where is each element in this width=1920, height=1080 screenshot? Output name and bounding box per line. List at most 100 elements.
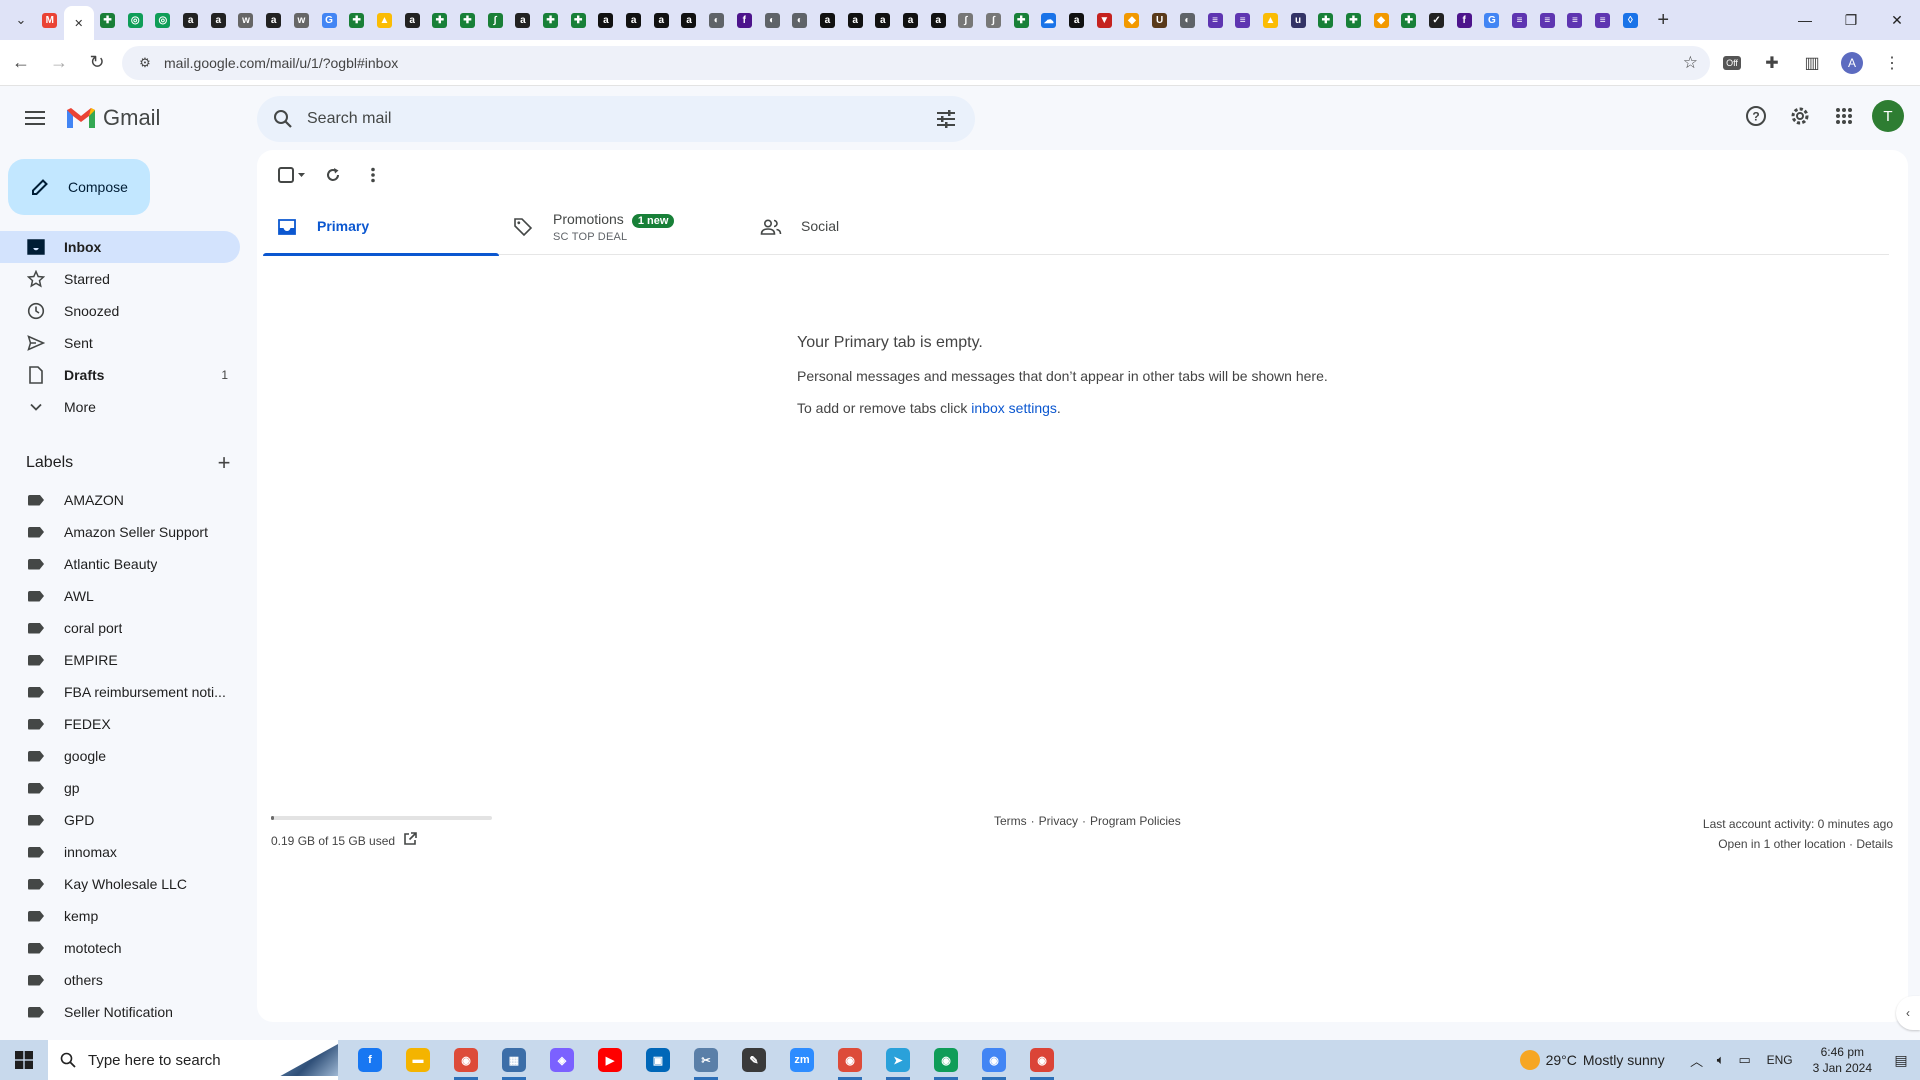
browser-tab[interactable]: ✚ bbox=[454, 5, 482, 35]
browser-tab[interactable]: a bbox=[592, 5, 620, 35]
restore-icon[interactable]: ❐ bbox=[1828, 0, 1874, 40]
taskbar-app[interactable]: zm bbox=[778, 1040, 826, 1080]
browser-tab[interactable]: ◊ bbox=[1617, 5, 1645, 35]
create-label-plus-icon[interactable]: + bbox=[212, 450, 236, 476]
browser-tab[interactable]: ✚ bbox=[537, 5, 565, 35]
label-item[interactable]: AMAZON bbox=[0, 484, 240, 516]
minimize-icon[interactable]: — bbox=[1782, 0, 1828, 40]
site-info-icon[interactable]: ⚙ bbox=[130, 55, 160, 71]
label-item[interactable]: google bbox=[0, 740, 240, 772]
taskbar-app[interactable]: ◉ bbox=[970, 1040, 1018, 1080]
side-panel-toggle-icon[interactable]: ‹ bbox=[1896, 996, 1920, 1030]
volume-icon[interactable]: 🔈︎ bbox=[1709, 1040, 1733, 1080]
tab-search-chevron-icon[interactable]: ⌄ bbox=[6, 5, 36, 35]
taskbar-app[interactable]: ✂ bbox=[682, 1040, 730, 1080]
main-menu-icon[interactable] bbox=[11, 94, 59, 142]
browser-tab[interactable]: ≡ bbox=[1201, 5, 1229, 35]
browser-tab[interactable]: U bbox=[1146, 5, 1174, 35]
browser-tab[interactable]: w bbox=[288, 5, 316, 35]
taskbar-app[interactable]: ▶ bbox=[586, 1040, 634, 1080]
refresh-icon[interactable] bbox=[313, 160, 353, 190]
extension-off-icon[interactable]: Off bbox=[1716, 46, 1748, 80]
browser-tab[interactable]: a bbox=[675, 5, 703, 35]
browser-tab[interactable]: ≡ bbox=[1229, 5, 1257, 35]
back-arrow-icon[interactable]: ← bbox=[4, 46, 38, 80]
taskbar-app[interactable]: ◉ bbox=[1018, 1040, 1066, 1080]
browser-tab[interactable]: a bbox=[869, 5, 897, 35]
search-bar[interactable] bbox=[257, 96, 975, 142]
label-item[interactable]: FBA reimbursement noti... bbox=[0, 676, 240, 708]
tab-promotions[interactable]: Promotions 1 new SC TOP DEAL bbox=[499, 198, 735, 255]
tab-primary[interactable]: Primary bbox=[263, 198, 499, 256]
taskbar-app[interactable]: ✎ bbox=[730, 1040, 778, 1080]
browser-tab[interactable]: ◆ bbox=[1118, 5, 1146, 35]
browser-tab[interactable]: ✚ bbox=[1340, 5, 1368, 35]
browser-tab[interactable]: u bbox=[1284, 5, 1312, 35]
new-tab-plus-icon[interactable]: + bbox=[1648, 5, 1678, 35]
language-indicator[interactable]: ENG bbox=[1767, 1053, 1793, 1067]
footer-link-terms[interactable]: Terms bbox=[994, 814, 1027, 828]
browser-tab[interactable]: w bbox=[232, 5, 260, 35]
browser-tab[interactable]: f bbox=[1450, 5, 1478, 35]
search-options-icon[interactable] bbox=[931, 104, 961, 134]
label-item[interactable]: Kay Wholesale LLC bbox=[0, 868, 240, 900]
label-item[interactable]: Seller Notification bbox=[0, 996, 240, 1028]
browser-menu-icon[interactable]: ⋮ bbox=[1876, 46, 1908, 80]
browser-tab[interactable]: a bbox=[398, 5, 426, 35]
browser-tab[interactable]: a bbox=[204, 5, 232, 35]
browser-tab[interactable]: a bbox=[177, 5, 205, 35]
browser-tab[interactable]: f bbox=[731, 5, 759, 35]
profile-avatar[interactable]: A bbox=[1836, 46, 1868, 80]
label-item[interactable]: kemp bbox=[0, 900, 240, 932]
browser-tab[interactable]: ✚ bbox=[1312, 5, 1340, 35]
browser-tab[interactable]: ✚ bbox=[1007, 5, 1035, 35]
browser-tab[interactable]: ✚ bbox=[426, 5, 454, 35]
taskbar-app[interactable]: ▦ bbox=[490, 1040, 538, 1080]
browser-tab[interactable]: ✕ bbox=[63, 6, 94, 40]
extensions-puzzle-icon[interactable]: ✚ bbox=[1756, 46, 1788, 80]
label-item[interactable]: GPD bbox=[0, 804, 240, 836]
account-avatar[interactable]: T bbox=[1872, 100, 1904, 132]
taskbar-app[interactable]: ➤ bbox=[874, 1040, 922, 1080]
browser-tab[interactable]: ✓ bbox=[1423, 5, 1451, 35]
browser-tab[interactable]: ≡ bbox=[1533, 5, 1561, 35]
label-item[interactable]: Amazon Seller Support bbox=[0, 516, 240, 548]
taskbar-app[interactable]: ▣ bbox=[634, 1040, 682, 1080]
browser-tab[interactable]: ◎ bbox=[121, 5, 149, 35]
help-icon[interactable]: ? bbox=[1734, 94, 1778, 138]
browser-tab[interactable]: G bbox=[1478, 5, 1506, 35]
taskbar-app[interactable]: ◉ bbox=[922, 1040, 970, 1080]
weather-widget[interactable]: 29°C Mostly sunny bbox=[1519, 1050, 1665, 1070]
browser-tab[interactable]: ◐ bbox=[786, 5, 814, 35]
browser-tab[interactable]: ▲ bbox=[1257, 5, 1285, 35]
clock[interactable]: 6:46 pm 3 Jan 2024 bbox=[1813, 1044, 1872, 1076]
browser-tab[interactable]: a bbox=[647, 5, 675, 35]
browser-tab[interactable]: ✚ bbox=[343, 5, 371, 35]
browser-tab[interactable]: ≡ bbox=[1589, 5, 1617, 35]
side-panel-icon[interactable]: ▥ bbox=[1796, 46, 1828, 80]
browser-tab[interactable]: G bbox=[315, 5, 343, 35]
taskbar-app[interactable]: ◈ bbox=[538, 1040, 586, 1080]
label-item[interactable]: others bbox=[0, 964, 240, 996]
sidebar-item-starred[interactable]: Starred bbox=[0, 263, 240, 295]
tab-social[interactable]: Social bbox=[735, 198, 971, 255]
settings-gear-icon[interactable] bbox=[1778, 94, 1822, 138]
more-vert-icon[interactable] bbox=[353, 160, 393, 190]
reload-icon[interactable]: ↻ bbox=[80, 46, 114, 80]
browser-tab[interactable]: ✚ bbox=[94, 5, 122, 35]
browser-tab[interactable]: ∫ bbox=[481, 5, 509, 35]
address-url[interactable]: mail.google.com/mail/u/1/?ogbl#inbox bbox=[164, 55, 398, 71]
search-icon[interactable] bbox=[263, 99, 303, 139]
label-item[interactable]: coral port bbox=[0, 612, 240, 644]
browser-tab[interactable]: ∫ bbox=[952, 5, 980, 35]
browser-tab[interactable]: ≡ bbox=[1561, 5, 1589, 35]
bookmark-star-icon[interactable]: ☆ bbox=[1683, 53, 1698, 73]
sidebar-item-sent[interactable]: Sent bbox=[0, 327, 240, 359]
open-in-new-icon[interactable] bbox=[403, 832, 417, 849]
select-checkbox-dropdown[interactable] bbox=[271, 160, 313, 190]
browser-tab[interactable]: ◆ bbox=[1367, 5, 1395, 35]
browser-tab[interactable]: ✚ bbox=[1395, 5, 1423, 35]
browser-tab[interactable]: ◐ bbox=[703, 5, 731, 35]
details-link[interactable]: Details bbox=[1856, 837, 1893, 851]
taskbar-app[interactable]: f bbox=[346, 1040, 394, 1080]
